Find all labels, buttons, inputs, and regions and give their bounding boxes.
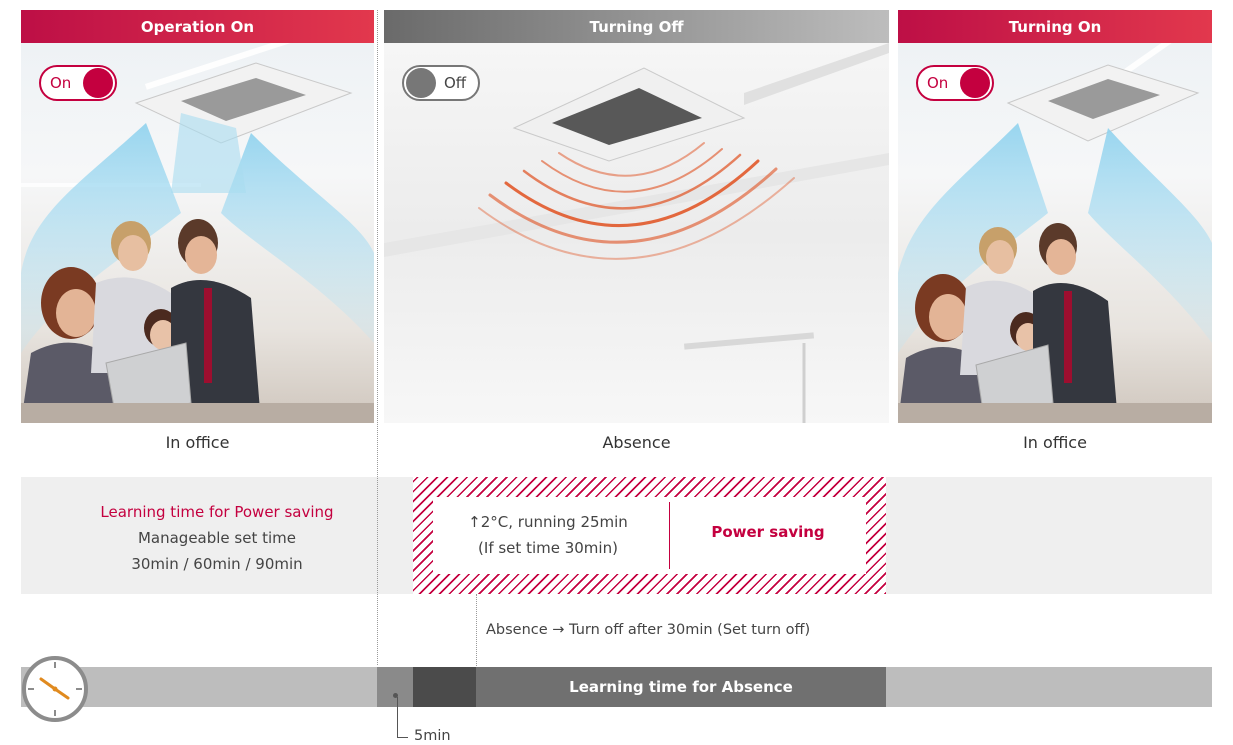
toggle-label: On xyxy=(50,74,72,92)
panel-header-turning-on: Turning On xyxy=(898,10,1212,43)
marker-bracket xyxy=(397,697,408,738)
toggle-knob xyxy=(406,68,436,98)
panel-header-turning-off: Turning Off xyxy=(384,10,889,43)
panel-header-label: Turning Off xyxy=(589,17,684,36)
power-saving-box: ↑2°C, running 25min (If set time 30min) … xyxy=(413,477,886,594)
guide-line-turn-off xyxy=(377,10,378,665)
marker-5min-label: 5min xyxy=(414,728,451,744)
timeline-bar-on-right xyxy=(886,667,1212,707)
panel-header-label: Operation On xyxy=(140,17,255,36)
panel-header-label: Turning On xyxy=(1008,17,1102,36)
power-saving-label: Power saving xyxy=(711,523,825,541)
office-photo: On xyxy=(21,43,374,423)
guide-line-absence xyxy=(476,594,477,666)
learning-set-time-label: Manageable set time xyxy=(137,529,297,547)
panel-header-operation-on: Operation On xyxy=(21,10,374,43)
learning-title: Learning time for Power saving xyxy=(100,503,334,521)
timeline-bar-dark xyxy=(413,667,476,707)
power-saving-condition: ↑2°C, running 25min xyxy=(468,513,628,531)
power-toggle-on[interactable]: On xyxy=(916,65,994,101)
power-toggle-off[interactable]: Off xyxy=(402,65,480,101)
timeline-absence-label: Learning time for Absence xyxy=(569,678,793,696)
power-toggle-on[interactable]: On xyxy=(39,65,117,101)
learning-time-box: Learning time for Power saving Manageabl… xyxy=(21,477,413,594)
panel-caption: In office xyxy=(1023,433,1087,452)
absence-turn-off-note: Absence → Turn off after 30min (Set turn… xyxy=(486,622,811,638)
toggle-label: Off xyxy=(444,74,467,92)
absence-photo: Off xyxy=(384,43,889,423)
timeline-bar-absence: Learning time for Absence xyxy=(476,667,886,707)
power-saving-note: (If set time 30min) xyxy=(478,539,618,557)
toggle-label: On xyxy=(927,74,949,92)
clock-icon xyxy=(21,655,89,723)
learning-set-time-options: 30min / 60min / 90min xyxy=(131,555,303,573)
panel-caption: In office xyxy=(165,433,230,452)
panel-caption: Absence xyxy=(602,433,671,452)
toggle-knob xyxy=(83,68,113,98)
toggle-knob xyxy=(960,68,990,98)
band-filler xyxy=(886,477,1212,594)
office-photo: On xyxy=(898,43,1212,423)
